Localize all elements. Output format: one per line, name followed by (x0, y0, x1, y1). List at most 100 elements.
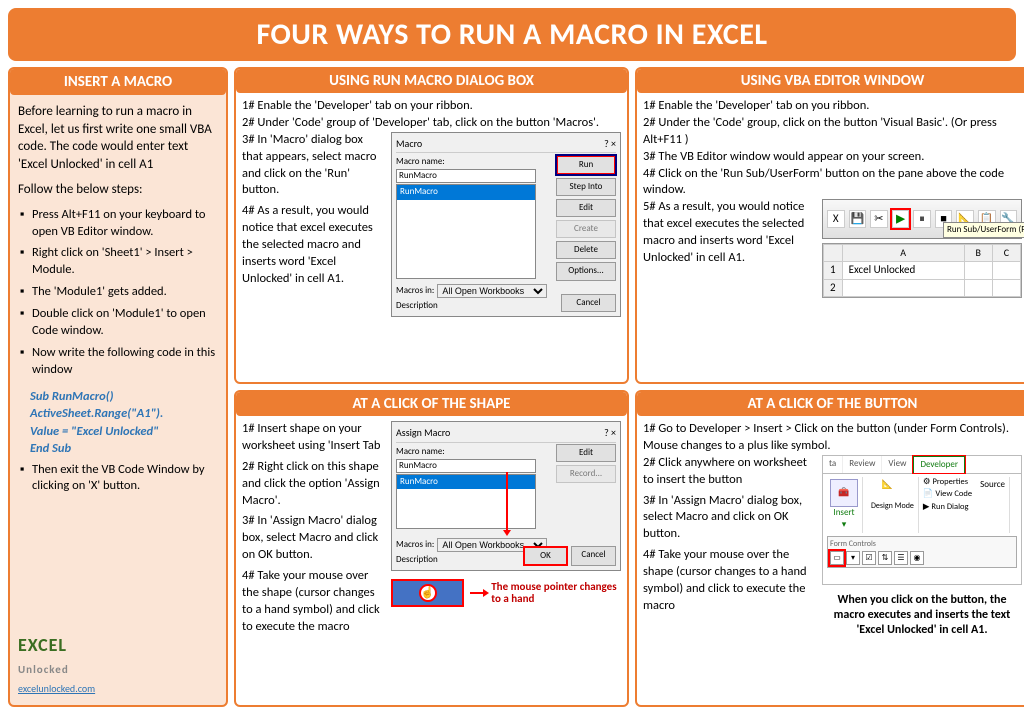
source-label[interactable]: Source (980, 479, 1005, 491)
cut-icon[interactable]: ✂ (870, 210, 888, 228)
worksheet-shape[interactable]: ☝ (391, 579, 464, 607)
mouse-caption: The mouse pointer changes to a hand (491, 581, 621, 605)
macros-in-label: Macros in: (396, 285, 434, 297)
shape-panel: AT A CLICK OF THE SHAPE 1# Insert shape … (234, 390, 629, 707)
step-text: 3# In 'Macro' dialog box that appears, s… (242, 132, 385, 200)
combo-control-icon[interactable]: ▾ (846, 551, 860, 565)
step-text: 4# Take your mouse over the shape (curso… (643, 547, 816, 615)
dialog-title-text: Assign Macro (396, 426, 450, 440)
button-panel: AT A CLICK OF THE BUTTON 1# Go to Develo… (635, 390, 1024, 707)
logo-link[interactable]: excelunlocked.com (18, 682, 95, 695)
after-code-list: Then exit the VB Code Window by clicking… (18, 462, 218, 501)
vbe-left-text: 5# As a result, you would notice that ex… (643, 199, 816, 376)
insert-macro-panel: INSERT A MACRO Before learning to run a … (8, 67, 228, 707)
cancel-button[interactable]: Cancel (571, 546, 616, 566)
step-text: 3# The VB Editor window would appear on … (643, 149, 1022, 166)
code-line: ActiveSheet.Range("A1"). (30, 405, 218, 423)
step-text: 5# As a result, you would notice that ex… (643, 199, 816, 267)
step-text: 2# Click anywhere on worksheet to insert… (643, 455, 816, 489)
dialog-close[interactable]: ? × (604, 426, 616, 440)
intro-text: Before learning to run a macro in Excel,… (18, 103, 218, 173)
run-button[interactable]: Run (556, 155, 616, 175)
checkbox-control-icon[interactable]: ☑ (862, 551, 876, 565)
tab-developer[interactable]: Developer (913, 456, 965, 473)
step-into-button[interactable]: Step Into (556, 178, 616, 196)
step-item: The 'Module1' gets added. (20, 284, 218, 301)
vbe-toolbar: X 💾 ✂ ▶ ⏸ ■ 📐 📋 🔧 Run Sub/UserForm (F5) (822, 199, 1022, 239)
content-grid: INSERT A MACRO Before learning to run a … (8, 67, 1016, 707)
create-button: Create (556, 220, 616, 238)
design-mode-icon[interactable]: 📐 (881, 479, 903, 501)
excel-result-grid: ABC 1Excel Unlocked 2 (822, 243, 1022, 298)
record-button: Record... (556, 465, 616, 483)
shape-header: AT A CLICK OF THE SHAPE (236, 392, 627, 416)
view-code-item[interactable]: 📄 View Code (923, 489, 972, 500)
dialog-buttons: Edit Record... (556, 444, 616, 483)
tab-data[interactable]: ta (823, 456, 843, 473)
col-a: A (842, 245, 964, 262)
vbe-panel: USING VBA EDITOR WINDOW 1# Enable the 'D… (635, 67, 1024, 384)
dialog-titlebar: Macro ? × (396, 137, 616, 154)
insert-group: 🧰 Insert ▾ (826, 477, 863, 533)
chevron-down-icon[interactable]: ▾ (842, 519, 847, 531)
tab-view[interactable]: View (882, 456, 913, 473)
macros-in-label: Macros in: (396, 539, 434, 551)
step-text: 3# In 'Assign Macro' dialog box, select … (242, 513, 385, 564)
options-button[interactable]: Options... (556, 262, 616, 280)
excel-icon[interactable]: X (827, 210, 845, 228)
macro-list-selected[interactable]: RunMacro (397, 185, 535, 199)
shape-body: 1# Insert shape on your worksheet using … (242, 421, 621, 699)
step-text: 1# Go to Developer > Insert > Click on t… (643, 421, 1022, 455)
macro-list[interactable]: RunMacro (396, 474, 536, 529)
dialog-close[interactable]: ? × (604, 137, 616, 151)
option-control-icon[interactable]: ◉ (910, 551, 924, 565)
dialog-title-text: Macro (396, 137, 422, 151)
main-title-bar: FOUR WAYS TO RUN A MACRO IN EXCEL (8, 8, 1016, 61)
step-text: 4# Take your mouse over the shape (curso… (242, 568, 385, 636)
cancel-button[interactable]: Cancel (561, 294, 616, 312)
steps-list: Press Alt+F11 on your keyboard to open V… (18, 207, 218, 384)
properties-item[interactable]: ⚙ Properties (923, 477, 972, 488)
step-text: 1# Enable the 'Developer' tab on you rib… (643, 98, 1022, 115)
macro-name-input[interactable]: RunMacro (396, 459, 536, 473)
design-group: 📐 Design Mode (867, 477, 919, 533)
save-icon[interactable]: 💾 (849, 210, 867, 228)
step-text: 1# Enable the 'Developer' tab on your ri… (242, 98, 621, 115)
edit-button[interactable]: Edit (556, 199, 616, 217)
macro-list-selected[interactable]: RunMacro (397, 475, 535, 489)
vbe-header: USING VBA EDITOR WINDOW (637, 69, 1024, 93)
run-macro-dialog-panel: USING RUN MACRO DIALOG BOX 1# Enable the… (234, 67, 629, 384)
macro-list[interactable]: RunMacro (396, 184, 536, 279)
button-right-col: ta Review View Developer 🧰 Insert ▾ (822, 455, 1022, 699)
developer-ribbon: ta Review View Developer 🧰 Insert ▾ (822, 455, 1022, 585)
button-caption: When you click on the button, the macro … (822, 593, 1022, 638)
edit-button[interactable]: Edit (556, 444, 616, 462)
form-controls-title: Form Controls (830, 539, 1014, 550)
run-tooltip: Run Sub/UserForm (F5) (943, 222, 1024, 238)
step-text: 2# Under the 'Code' group, click on the … (643, 115, 1022, 149)
step-item: Double click on 'Module1' to open Code w… (20, 306, 218, 340)
vbe-top-text: 1# Enable the 'Developer' tab on you rib… (643, 98, 1022, 199)
button-control-icon[interactable]: ▭ (830, 551, 844, 565)
run-sub-icon[interactable]: ▶ (892, 210, 910, 228)
button-top-text: 1# Go to Developer > Insert > Click on t… (643, 421, 1022, 455)
tab-review[interactable]: Review (843, 456, 882, 473)
run-dialog-item[interactable]: ▶ Run Dialog (923, 502, 972, 513)
step-text: 2# Right click on this shape and click t… (242, 459, 385, 510)
dialog-buttons: Run Step Into Edit Create Delete Options… (556, 155, 616, 281)
col-b: B (964, 245, 992, 262)
spinner-control-icon[interactable]: ⇅ (878, 551, 892, 565)
step-text: 4# As a result, you would notice that ex… (242, 203, 385, 287)
insert-icon[interactable]: 🧰 (830, 479, 858, 507)
button-header: AT A CLICK OF THE BUTTON (637, 392, 1024, 416)
delete-button[interactable]: Delete (556, 241, 616, 259)
list-control-icon[interactable]: ☰ (894, 551, 908, 565)
macros-in-select[interactable]: All Open Workbooks (437, 284, 547, 298)
design-label: Design Mode (871, 501, 914, 512)
hand-cursor-icon: ☝ (419, 584, 437, 602)
button-left-text: 2# Click anywhere on worksheet to insert… (643, 455, 816, 699)
break-icon[interactable]: ⏸ (913, 210, 931, 228)
ok-button[interactable]: OK (523, 546, 568, 566)
ribbon-body: 🧰 Insert ▾ 📐 Design Mode ⚙ Properties 📄 … (823, 474, 1021, 536)
macro-name-input[interactable]: RunMacro (396, 169, 536, 183)
